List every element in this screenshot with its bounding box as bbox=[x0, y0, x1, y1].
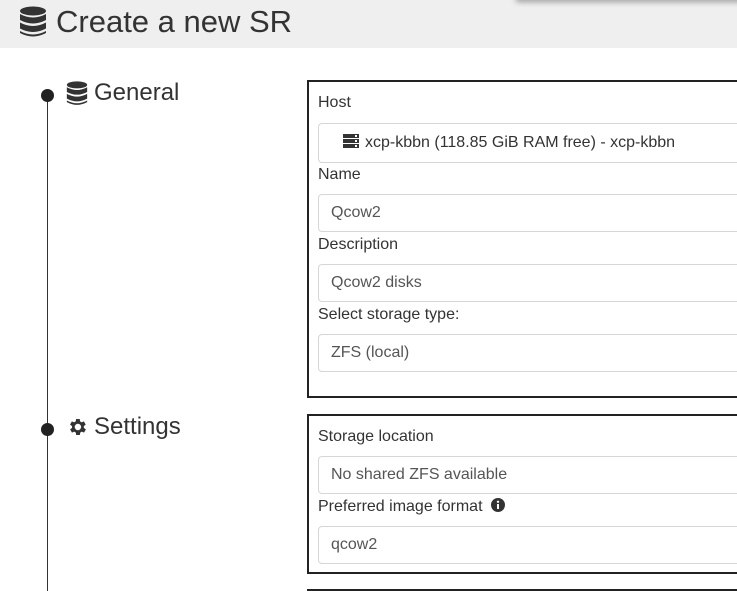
settings-panel: Storage location No shared ZFS available… bbox=[307, 414, 737, 574]
name-label: Name bbox=[318, 166, 361, 183]
section-heading-settings-label: Settings bbox=[94, 413, 181, 440]
timeline-line bbox=[47, 96, 48, 591]
database-icon bbox=[66, 80, 88, 105]
image-format-select[interactable]: qcow2 bbox=[318, 526, 737, 564]
section-heading-settings: Settings bbox=[66, 413, 181, 441]
general-panel: Host xcp-kbbn (118.85 GiB RAM free) - xc… bbox=[307, 80, 737, 398]
host-select[interactable]: xcp-kbbn (118.85 GiB RAM free) - xcp-kbb… bbox=[318, 123, 737, 163]
host-label: Host bbox=[318, 94, 351, 111]
storage-location-label: Storage location bbox=[318, 428, 434, 445]
section-heading-general-label: General bbox=[94, 79, 180, 106]
info-circle-icon[interactable] bbox=[490, 497, 505, 512]
description-label: Description bbox=[318, 236, 399, 253]
storage-location-select[interactable]: No shared ZFS available bbox=[318, 456, 737, 494]
section-heading-general: General bbox=[66, 79, 179, 107]
storage-type-select[interactable]: ZFS (local) bbox=[318, 334, 737, 372]
server-icon bbox=[343, 133, 359, 148]
image-format-label-row: Preferred image format bbox=[318, 497, 505, 517]
description-input[interactable]: Qcow2 disks bbox=[318, 264, 737, 302]
host-value: xcp-kbbn (118.85 GiB RAM free) - xcp-kbb… bbox=[365, 134, 676, 151]
page-title: Create a new SR bbox=[56, 4, 293, 39]
name-input[interactable]: Qcow2 bbox=[318, 194, 737, 232]
image-format-label: Preferred image format bbox=[318, 498, 483, 515]
gear-icon bbox=[70, 419, 86, 435]
timeline-dot-general bbox=[41, 89, 54, 102]
database-icon bbox=[20, 6, 46, 37]
create-sr-page: Create a new SR General Settings Host xc… bbox=[0, 0, 737, 591]
timeline-dot-settings bbox=[41, 423, 54, 436]
page-header: Create a new SR bbox=[0, 0, 737, 48]
storage-type-label: Select storage type: bbox=[318, 306, 460, 323]
